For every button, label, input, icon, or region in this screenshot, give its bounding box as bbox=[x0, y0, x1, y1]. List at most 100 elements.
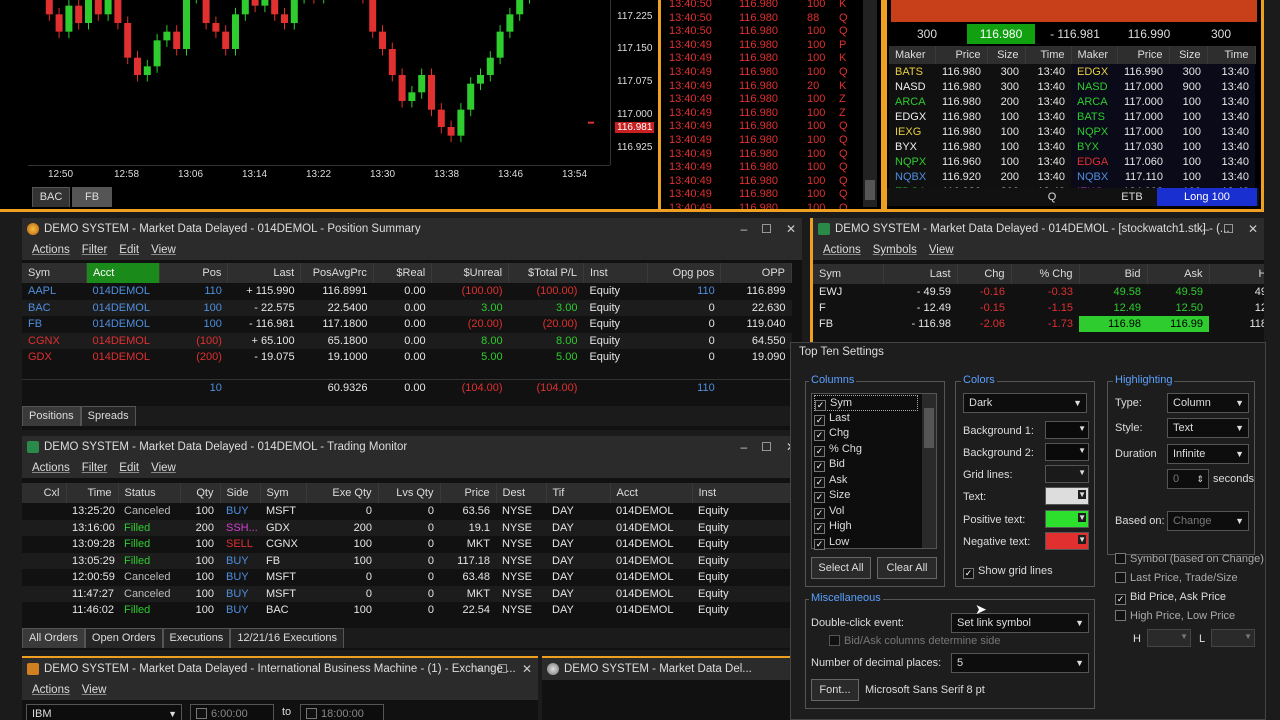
stockwatch-row[interactable]: EWJ - 49.59 -0.16 -0.33 49.58 49.59 49 bbox=[813, 284, 1264, 300]
position-row[interactable]: AAPL 014DEMOL 110 + 115.990 116.8991 0.00 (100… bbox=[22, 283, 792, 300]
tab-dated-executions[interactable]: 12/21/16 Executions bbox=[230, 628, 344, 648]
stockwatch-header[interactable]: H bbox=[1209, 264, 1264, 284]
column-option[interactable]: ✓ % Chg bbox=[814, 442, 918, 458]
stockwatch-header[interactable]: Chg bbox=[957, 264, 1012, 284]
order-row[interactable]: 13:16:00 Filled 200 SSH... GDX 200 0 19.1 NYSE DA… bbox=[22, 519, 792, 536]
checkbox[interactable] bbox=[1115, 610, 1126, 621]
column-option[interactable]: ✓ Bid bbox=[814, 457, 918, 473]
trading-monitor-titlebar[interactable]: DEMO SYSTEM - Market Data Delayed - 014D… bbox=[22, 436, 802, 458]
based-on-select[interactable]: Change ▼ bbox=[1167, 511, 1249, 531]
menu-actions[interactable]: Actions bbox=[32, 680, 70, 700]
decimals-select[interactable]: 5 ▼ bbox=[951, 653, 1089, 673]
orders-header[interactable]: Exe Qty bbox=[306, 483, 379, 503]
orders-header[interactable]: Inst bbox=[692, 483, 793, 503]
checkbox[interactable] bbox=[829, 635, 840, 646]
checkbox-checked[interactable]: ✓ bbox=[814, 538, 825, 550]
checkbox-checked[interactable]: ✓ bbox=[814, 492, 825, 503]
orders-header[interactable]: Sym bbox=[260, 483, 307, 503]
close-icon[interactable]: ✕ bbox=[786, 218, 796, 240]
positions-header[interactable]: Opg pos bbox=[647, 263, 722, 283]
checkbox-checked[interactable]: ✓ bbox=[814, 507, 825, 519]
positions-header[interactable]: Last bbox=[227, 263, 302, 283]
column-option[interactable]: ✓ Sym bbox=[814, 395, 918, 411]
column-option[interactable]: ✓ Size bbox=[814, 488, 918, 504]
level2-header[interactable]: Size bbox=[1169, 46, 1208, 64]
positions-header[interactable]: Pos bbox=[159, 263, 229, 283]
checkbox-checked[interactable]: ✓ bbox=[814, 476, 825, 488]
level2-header[interactable]: Maker bbox=[1071, 46, 1118, 64]
stockwatch-row[interactable]: F - 12.49 -0.15 -1.15 12.49 12.50 12 bbox=[813, 300, 1264, 316]
time-sales-scrollbar[interactable] bbox=[863, 0, 877, 207]
checkbox[interactable] bbox=[306, 708, 317, 719]
tab-positions[interactable]: Positions bbox=[22, 406, 81, 426]
column-option[interactable]: ✓ High bbox=[814, 519, 918, 535]
stockwatch-header[interactable]: Bid bbox=[1079, 264, 1148, 284]
order-row[interactable]: 12:00:59 Canceled 100 BUY MSFT 0 0 63.48 NYSE DAY… bbox=[22, 569, 792, 586]
show-grid-option[interactable]: ✓ Show grid lines bbox=[963, 565, 1053, 579]
level2-header[interactable]: Time bbox=[1025, 46, 1072, 64]
tab-open-orders[interactable]: Open Orders bbox=[84, 628, 163, 648]
exchange-titlebar[interactable]: DEMO SYSTEM - Market Data Delayed - Inte… bbox=[22, 658, 538, 680]
orders-header[interactable]: Cxl bbox=[22, 483, 67, 503]
checkbox-checked[interactable]: ✓ bbox=[1115, 594, 1126, 605]
level2-header[interactable]: Maker bbox=[889, 46, 936, 64]
checkbox-checked[interactable]: ✓ bbox=[814, 461, 825, 472]
menu-edit[interactable]: Edit bbox=[119, 458, 139, 478]
column-option[interactable]: ✓ Chg bbox=[814, 426, 918, 442]
time-to-field[interactable]: 18:00:00 bbox=[300, 704, 384, 720]
time-from-field[interactable]: 6:00:00 bbox=[190, 704, 274, 720]
type-select[interactable]: Column ▼ bbox=[1167, 393, 1249, 413]
checkbox-checked[interactable]: ✓ bbox=[814, 414, 825, 426]
menu-actions[interactable]: Actions bbox=[32, 240, 70, 260]
orders-header[interactable]: Status bbox=[118, 483, 181, 503]
stockwatch-row[interactable]: FB - 116.98 -2.06 -1.73 116.98116.99 118 bbox=[813, 316, 1264, 332]
orders-header[interactable]: Time bbox=[66, 483, 119, 503]
maximize-icon[interactable]: ☐ bbox=[761, 218, 772, 240]
menu-actions[interactable]: Actions bbox=[32, 458, 70, 478]
column-option[interactable]: ✓ Last bbox=[814, 411, 918, 427]
positions-header[interactable]: Sym bbox=[22, 263, 87, 283]
duration-select[interactable]: Infinite ▼ bbox=[1167, 444, 1249, 464]
column-option[interactable]: ✓ Low bbox=[814, 535, 918, 551]
menu-filter[interactable]: Filter bbox=[82, 458, 108, 478]
checkbox-checked[interactable]: ✓ bbox=[814, 445, 825, 457]
orders-header[interactable]: Side bbox=[220, 483, 261, 503]
tab-executions[interactable]: Executions bbox=[162, 628, 231, 648]
column-option[interactable]: ✓ Ask bbox=[814, 473, 918, 489]
position-row[interactable]: GDX 014DEMOL (200) - 19.075 19.1000 0.00 5.00 5… bbox=[22, 349, 792, 366]
menu-view[interactable]: View bbox=[929, 240, 954, 260]
scrollbar-thumb[interactable] bbox=[865, 180, 875, 200]
orders-header[interactable]: Qty bbox=[180, 483, 221, 503]
minimize-icon[interactable]: – bbox=[1202, 218, 1209, 240]
checkbox[interactable] bbox=[196, 708, 207, 719]
double-click-select[interactable]: Set link symbol ▼ bbox=[951, 613, 1089, 633]
theme-select[interactable]: Dark ▼ bbox=[963, 393, 1087, 413]
close-icon[interactable]: ✕ bbox=[1248, 218, 1258, 240]
high-color-picker[interactable]: ▼ bbox=[1147, 629, 1191, 647]
font-button[interactable]: Font... bbox=[811, 679, 859, 701]
style-select[interactable]: Text ▼ bbox=[1167, 418, 1249, 438]
seconds-stepper[interactable]: 0 ⇕ bbox=[1167, 469, 1209, 489]
stockwatch-header[interactable]: Sym bbox=[813, 264, 884, 284]
position-row[interactable]: BAC 014DEMOL 100- 22.575 22.5400 0.00 3.00 3.0… bbox=[22, 299, 792, 316]
maximize-icon[interactable]: ☐ bbox=[761, 436, 772, 458]
menu-view[interactable]: View bbox=[151, 240, 176, 260]
option-last-price[interactable]: Last Price, Trade/Size bbox=[1115, 572, 1238, 584]
checkbox-checked[interactable]: ✓ bbox=[814, 523, 825, 534]
minimize-icon[interactable]: – bbox=[740, 436, 747, 458]
option-symbol[interactable]: Symbol (based on Change) bbox=[1115, 553, 1264, 565]
menu-filter[interactable]: Filter bbox=[82, 240, 108, 260]
order-row[interactable]: 11:46:02 Filled 100 BUY BAC 100 0 22.54 NYSE DAY 0… bbox=[22, 602, 792, 619]
positions-header[interactable]: $Unreal bbox=[431, 263, 510, 283]
close-icon[interactable]: ✕ bbox=[522, 658, 532, 680]
minimize-icon[interactable]: – bbox=[476, 658, 483, 680]
small-window-titlebar[interactable]: DEMO SYSTEM - Market Data Del... bbox=[542, 658, 790, 680]
orders-header[interactable]: Dest bbox=[496, 483, 547, 503]
level2-header[interactable]: Time bbox=[1207, 46, 1256, 64]
position-summary-titlebar[interactable]: DEMO SYSTEM - Market Data Delayed - 014D… bbox=[22, 218, 802, 240]
menu-edit[interactable]: Edit bbox=[119, 240, 139, 260]
checkbox[interactable] bbox=[1115, 572, 1126, 583]
order-row[interactable]: 11:47:27 Canceled 100 BUY MSFT 0 0 MKT NYSE DAY 01… bbox=[22, 585, 792, 602]
level2-header[interactable]: Size bbox=[987, 46, 1026, 64]
columns-scrollbar[interactable] bbox=[922, 394, 936, 548]
